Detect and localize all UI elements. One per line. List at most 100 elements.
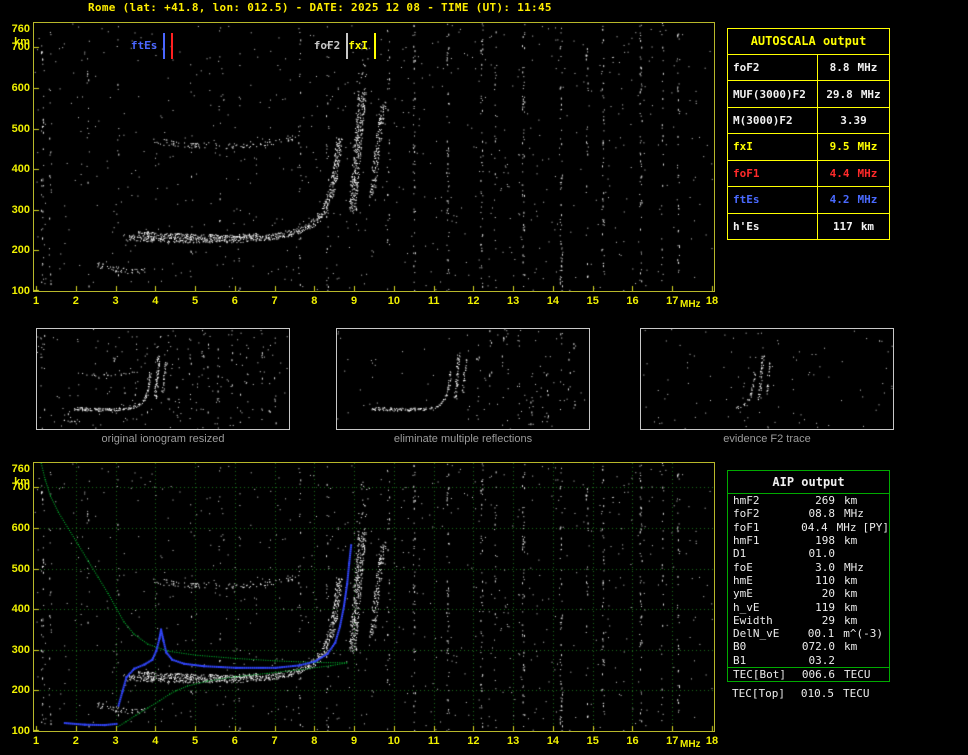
x-axis-label: 4 [152, 735, 159, 747]
param-value: 072.0 [801, 640, 835, 654]
autoscala-output-table: AUTOSCALA output foF2 8.8 MHz MUF(3000)F2 29… [727, 28, 890, 240]
y-axis-unit: km [14, 36, 30, 48]
x-axis-label: 8 [311, 735, 318, 747]
autoscala-table-rows: foF2 8.8 MHz MUF(3000)F2 29.8 MHz M(3000)F2 3.3… [728, 55, 889, 239]
param-value: 119 [815, 600, 835, 614]
param-value-cell: 4.4 MHz [818, 161, 889, 186]
aip-output-table: AIP output hmF2 269 km foF2 08.8 MHz foF1 04.4 M… [727, 470, 890, 683]
param-unit: m^(-3) [843, 627, 883, 641]
x-axis-label: 10 [387, 735, 400, 747]
y-axis-label: 200 [11, 684, 30, 697]
param-unit: MHz [844, 560, 864, 574]
x-axis-label: 6 [231, 735, 238, 747]
x-axis-label: 15 [586, 735, 599, 747]
x-axis-label: 1 [32, 295, 40, 307]
param-unit: km [860, 219, 875, 233]
x-axis-label: 11 [427, 735, 440, 747]
param-name: fxI [728, 134, 818, 160]
param-value: 01.0 [808, 547, 836, 561]
param-value: 9.5 [829, 140, 850, 154]
param-unit: MHz [857, 166, 878, 180]
autoscala-row: foF2 8.8 MHz [728, 55, 889, 82]
x-axis-label: 13 [507, 295, 520, 307]
param-flag: [PY] [862, 520, 890, 534]
bottom-ionogram-canvas [34, 463, 714, 731]
marker-label-foF2: foF2 [313, 39, 341, 52]
param-unit: km [844, 587, 858, 601]
autoscala-row: h'Es 117 km [728, 213, 889, 239]
autoscala-row: ftEs 4.2 MHz [728, 187, 889, 214]
x-axis-label: 5 [191, 295, 199, 307]
x-axis-label: 2 [72, 295, 79, 307]
param-name: hmF2 [733, 494, 760, 508]
param-unit: km [844, 534, 858, 548]
x-axis-label: 12 [467, 735, 480, 747]
x-axis-label: 15 [586, 295, 599, 307]
aip-table-title: AIP output [728, 471, 889, 494]
param-unit: TECU [843, 687, 870, 701]
param-value-cell: 8.8 MHz [818, 55, 889, 80]
y-axis-label: 200 [11, 244, 30, 257]
param-value: 00.1 [807, 627, 835, 641]
param-name: TEC[Top] [732, 687, 785, 701]
x-axis-unit: MHz [680, 739, 701, 750]
param-value: 3.39 [840, 114, 867, 128]
x-axis-label: 3 [112, 735, 119, 747]
y-axis-label: 600 [11, 81, 30, 94]
x-axis-label: 1 [32, 735, 40, 747]
param-value: 110 [815, 573, 835, 587]
x-axis-label: 10 [387, 295, 400, 307]
param-name: M(3000)F2 [728, 107, 818, 134]
aip-row: B1 03.2 [728, 654, 889, 667]
x-axis-label: 11 [427, 295, 440, 307]
thumbnail-caption-original: original ionogram resized [101, 433, 225, 445]
top-ionogram-plot: ftEs foF2 fxI [33, 22, 715, 292]
aip-row: TEC[Bot] 006.6 TECU [728, 666, 889, 681]
param-unit: MHz [844, 507, 864, 521]
y-axis-label: 760 [11, 23, 30, 35]
y-axis-label: 500 [11, 562, 30, 575]
param-value-cell: 4.2 MHz [818, 187, 889, 212]
marker-line-fxI [373, 33, 376, 59]
param-name: B0 [733, 640, 747, 654]
x-axis-label: 7 [271, 735, 278, 747]
param-name: h'Es [728, 213, 818, 239]
param-unit: TECU [844, 668, 871, 681]
param-value-cell: 29.8 MHz [818, 81, 889, 106]
autoscala-row: MUF(3000)F2 29.8 MHz [728, 81, 889, 108]
param-value: 3.0 [815, 560, 835, 574]
param-value: 04.4 [801, 520, 828, 534]
param-value: 8.8 [829, 61, 850, 75]
x-axis-unit: MHz [680, 299, 701, 310]
autoscala-table-title: AUTOSCALA output [728, 29, 889, 55]
x-axis-label: 14 [546, 295, 560, 307]
param-name: Ewidth [733, 613, 773, 627]
x-axis-label: 7 [271, 295, 278, 307]
param-unit: MHz [857, 193, 878, 207]
param-name: DelN_vE [733, 627, 780, 641]
param-name: ymE [733, 587, 753, 601]
param-name: foF2 [728, 55, 818, 81]
x-axis-label: 18 [705, 735, 719, 747]
x-axis-label: 9 [351, 295, 358, 307]
y-axis-label: 400 [11, 163, 30, 176]
aip-row: hmF2 269 km [728, 494, 889, 507]
aip-row: foF1 04.4 MHz [PY] [728, 521, 889, 534]
thumbnail-caption-f2: evidence F2 trace [723, 433, 811, 445]
param-value: 006.6 [801, 668, 835, 681]
param-unit: km [844, 613, 858, 627]
marker-label-fxI: fxI [348, 39, 369, 52]
param-name: foF2 [733, 507, 760, 521]
param-value: 269 [815, 494, 835, 508]
x-axis-label: 2 [72, 735, 79, 747]
marker-line-foF1 [170, 33, 173, 59]
param-unit: km [844, 494, 858, 508]
aip-row: h_vE 119 km [728, 600, 889, 614]
y-axis-label: 300 [11, 203, 30, 216]
marker-label-ftEs: ftEs [130, 39, 158, 52]
param-name: foF1 [733, 520, 760, 534]
aip-row: Ewidth 29 km [728, 614, 889, 627]
param-name: hmE [733, 573, 753, 587]
param-name: foF1 [728, 160, 818, 187]
autoscala-app: Rome (lat: +41.8, lon: 012.5) - DATE: 20… [0, 0, 968, 755]
